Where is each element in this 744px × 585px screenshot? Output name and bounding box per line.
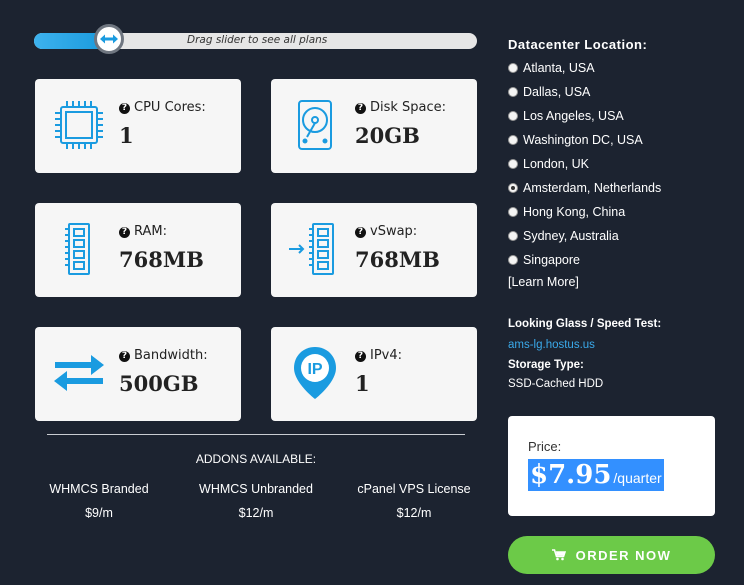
- price-period: /quarter: [613, 470, 662, 486]
- price-label: Price:: [528, 439, 562, 454]
- help-icon[interactable]: ?: [119, 351, 130, 362]
- location-option-sydney[interactable]: Sydney, Australia: [508, 229, 619, 243]
- spec-label: ? CPU Cores:: [119, 100, 206, 115]
- radio-button[interactable]: [508, 63, 518, 73]
- looking-glass-link[interactable]: ams-lg.hostus.us: [508, 339, 595, 351]
- spec-value: 500GB: [119, 371, 199, 396]
- help-icon[interactable]: ?: [119, 227, 130, 238]
- location-option-london[interactable]: London, UK: [508, 157, 589, 171]
- radio-button[interactable]: [508, 207, 518, 217]
- order-now-button[interactable]: ORDER NOW: [508, 536, 715, 574]
- spec-label: ? RAM:: [119, 224, 167, 239]
- location-option-washington[interactable]: Washington DC, USA: [508, 133, 643, 147]
- location-option-hong-kong[interactable]: Hong Kong, China: [508, 205, 625, 219]
- spec-value: 768MB: [355, 247, 440, 272]
- spec-card-vswap: ? vSwap: 768MB: [271, 203, 477, 297]
- ram-icon: [65, 223, 90, 275]
- spec-label: ? vSwap:: [355, 224, 417, 239]
- spec-label: ? IPv4:: [355, 348, 402, 363]
- radio-button[interactable]: [508, 231, 518, 241]
- addon-price: $12/m: [396, 506, 432, 520]
- order-now-label: ORDER NOW: [575, 547, 672, 563]
- addon-price: $12/m: [238, 506, 274, 520]
- addon-name: WHMCS Branded: [49, 482, 149, 496]
- price-box: Price: $7.95/quarter: [508, 416, 715, 516]
- radio-button[interactable]: [508, 111, 518, 121]
- disk-icon: [298, 100, 332, 150]
- help-icon[interactable]: ?: [119, 103, 130, 114]
- spec-label: ? Bandwidth:: [119, 348, 208, 363]
- spec-card-disk: ? Disk Space: 20GB: [271, 79, 477, 173]
- location-option-singapore[interactable]: Singapore: [508, 253, 580, 267]
- radio-button[interactable]: [508, 135, 518, 145]
- learn-more-link[interactable]: [Learn More]: [508, 275, 579, 289]
- location-option-atlanta[interactable]: Atlanta, USA: [508, 61, 595, 75]
- spec-label: ? Disk Space:: [355, 100, 446, 115]
- radio-button[interactable]: [508, 159, 518, 169]
- horizontal-arrows-icon: [100, 34, 118, 44]
- bandwidth-icon: [54, 355, 104, 391]
- looking-glass-title: Looking Glass / Speed Test:: [508, 318, 662, 330]
- addon-price: $9/m: [85, 506, 113, 520]
- spec-value: 1: [355, 371, 370, 396]
- svg-text:IP: IP: [307, 361, 322, 378]
- radio-button[interactable]: [508, 183, 518, 193]
- location-option-amsterdam[interactable]: Amsterdam, Netherlands: [508, 181, 661, 195]
- radio-button[interactable]: [508, 255, 518, 265]
- storage-type-value: SSD-Cached HDD: [508, 378, 604, 390]
- slider-handle[interactable]: [94, 24, 124, 54]
- ip-pin-icon: IP: [294, 347, 336, 399]
- datacenter-title: Datacenter Location:: [508, 37, 648, 52]
- spec-value: 20GB: [355, 123, 420, 148]
- vswap-icon: [289, 223, 334, 275]
- storage-type-title: Storage Type:: [508, 359, 584, 371]
- spec-card-ram: ? RAM: 768MB: [35, 203, 241, 297]
- spec-card-bandwidth: ? Bandwidth: 500GB: [35, 327, 241, 421]
- addon-name: WHMCS Unbranded: [199, 482, 313, 496]
- addons-title: ADDONS AVAILABLE:: [195, 452, 317, 466]
- cpu-icon: [55, 101, 103, 149]
- location-option-los-angeles[interactable]: Los Angeles, USA: [508, 109, 624, 123]
- slider-hint: Drag slider to see all plans: [187, 34, 328, 46]
- spec-card-ipv4: IP ? IPv4: 1: [271, 327, 477, 421]
- help-icon[interactable]: ?: [355, 103, 366, 114]
- cart-icon: [551, 549, 566, 561]
- divider: [47, 434, 465, 435]
- help-icon[interactable]: ?: [355, 351, 366, 362]
- location-option-dallas[interactable]: Dallas, USA: [508, 85, 590, 99]
- spec-card-cpu: ? CPU Cores: 1: [35, 79, 241, 173]
- addon-name: cPanel VPS License: [357, 482, 471, 496]
- help-icon[interactable]: ?: [355, 227, 366, 238]
- spec-value: 768MB: [119, 247, 204, 272]
- spec-value: 1: [119, 123, 134, 148]
- price-amount: $7.95/quarter: [528, 459, 664, 491]
- radio-button[interactable]: [508, 87, 518, 97]
